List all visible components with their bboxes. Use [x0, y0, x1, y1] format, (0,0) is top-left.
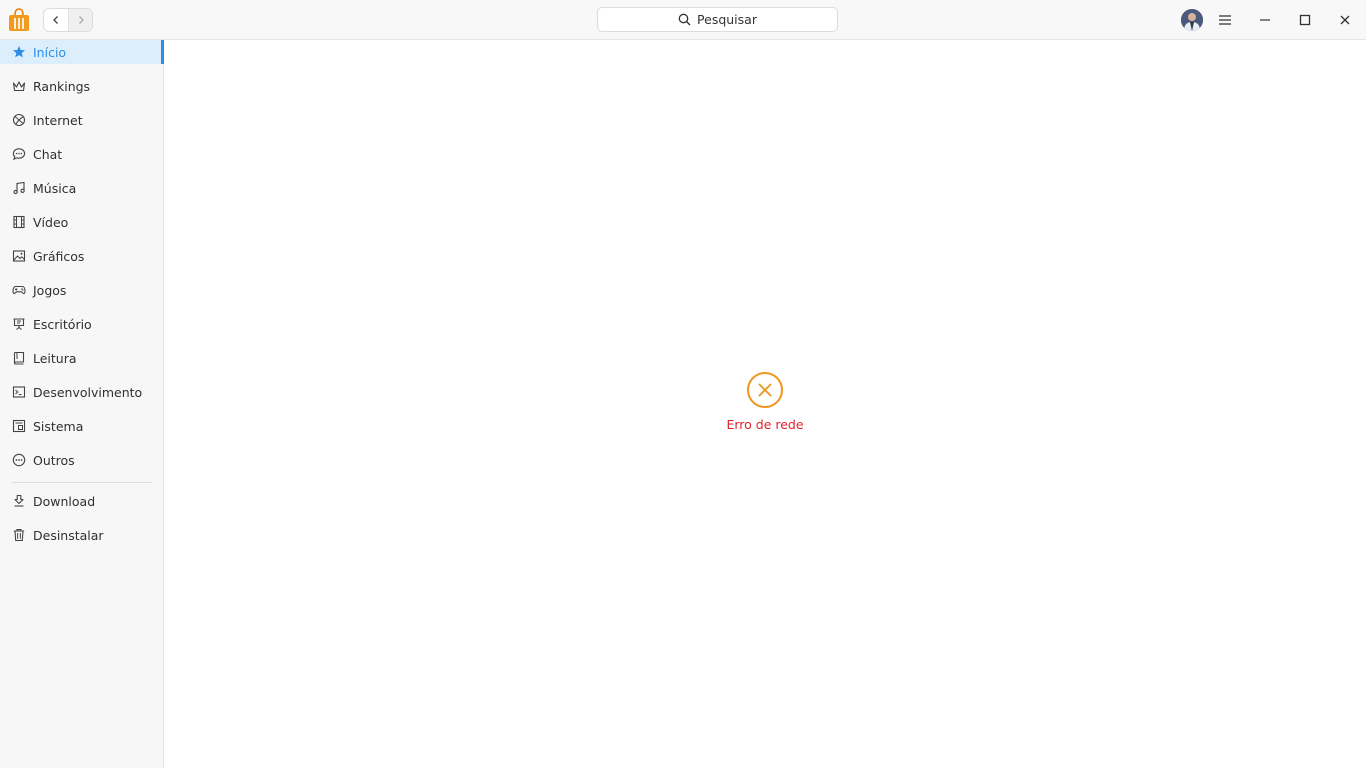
image-icon — [12, 249, 26, 263]
sidebar-item-label: Sistema — [33, 418, 84, 434]
sidebar-item-label: Jogos — [33, 282, 67, 298]
gamepad-icon — [12, 283, 26, 297]
sidebar-item-label: Rankings — [33, 78, 91, 94]
avatar-image — [1181, 9, 1203, 31]
trash-icon — [12, 528, 26, 542]
close-circle-icon — [747, 372, 783, 408]
film-icon — [12, 215, 26, 229]
crown-icon — [12, 79, 26, 93]
sidebar-item-desenvolvimento[interactable]: Desenvolvimento — [0, 380, 164, 404]
sidebar: Início Rankings Internet Chat Música Víd… — [0, 40, 164, 768]
sidebar-item-label: Início — [33, 44, 67, 60]
sidebar-item-download[interactable]: Download — [0, 489, 164, 513]
minimize-icon — [1260, 19, 1270, 21]
sidebar-item-desinstalar[interactable]: Desinstalar — [0, 523, 164, 547]
globe-icon — [12, 113, 26, 127]
sidebar-item-label: Vídeo — [33, 214, 69, 230]
sidebar-item-label: Música — [33, 180, 77, 196]
sidebar-item-outros[interactable]: Outros — [0, 448, 164, 472]
sidebar-item-video[interactable]: Vídeo — [0, 210, 164, 234]
sidebar-item-graficos[interactable]: Gráficos — [0, 244, 164, 268]
close-window-button[interactable] — [1332, 7, 1358, 33]
hamburger-menu-icon — [1219, 15, 1231, 25]
more-icon — [12, 453, 26, 467]
chevron-left-icon — [53, 16, 58, 24]
sidebar-divider — [12, 482, 152, 483]
sidebar-item-internet[interactable]: Internet — [0, 108, 164, 132]
forward-button[interactable] — [68, 9, 92, 31]
sidebar-item-musica[interactable]: Música — [0, 176, 164, 200]
menu-button[interactable] — [1212, 7, 1238, 33]
sidebar-item-label: Gráficos — [33, 248, 85, 264]
presentation-icon — [12, 317, 26, 331]
chevron-right-icon — [79, 16, 84, 24]
sidebar-item-rankings[interactable]: Rankings — [0, 74, 164, 98]
sidebar-item-jogos[interactable]: Jogos — [0, 278, 164, 302]
sidebar-item-label: Outros — [33, 452, 75, 468]
minimize-button[interactable] — [1252, 7, 1278, 33]
app-store-logo-icon — [9, 8, 29, 31]
back-button[interactable] — [44, 9, 68, 31]
sidebar-item-label: Download — [33, 493, 96, 509]
network-error-state: Erro de rede — [700, 371, 830, 441]
sidebar-item-inicio[interactable]: Início — [0, 40, 164, 64]
sidebar-item-sistema[interactable]: Sistema — [0, 414, 164, 438]
sidebar-item-leitura[interactable]: Leitura — [0, 346, 164, 370]
maximize-button[interactable] — [1292, 7, 1318, 33]
search-placeholder: Pesquisar — [697, 12, 757, 27]
system-icon — [12, 419, 26, 433]
user-avatar[interactable] — [1181, 9, 1203, 31]
sidebar-item-label: Escritório — [33, 316, 92, 332]
close-icon — [1340, 15, 1350, 25]
star-icon — [12, 45, 26, 59]
error-message: Erro de rede — [726, 417, 804, 432]
search-icon — [678, 13, 691, 26]
terminal-icon — [12, 385, 26, 399]
sidebar-item-chat[interactable]: Chat — [0, 142, 164, 166]
sidebar-item-label: Desenvolvimento — [33, 384, 143, 400]
book-icon — [12, 351, 26, 365]
sidebar-item-escritorio[interactable]: Escritório — [0, 312, 164, 336]
music-icon — [12, 181, 26, 195]
chat-icon — [12, 147, 26, 161]
download-icon — [12, 494, 26, 508]
sidebar-item-label: Leitura — [33, 350, 77, 366]
sidebar-item-label: Desinstalar — [33, 527, 104, 543]
sidebar-item-label: Internet — [33, 112, 83, 128]
search-input[interactable]: Pesquisar — [597, 7, 838, 32]
title-bar: Pesquisar — [0, 0, 1366, 40]
maximize-icon — [1299, 14, 1311, 26]
navigation-buttons — [43, 8, 93, 32]
sidebar-item-label: Chat — [33, 146, 63, 162]
